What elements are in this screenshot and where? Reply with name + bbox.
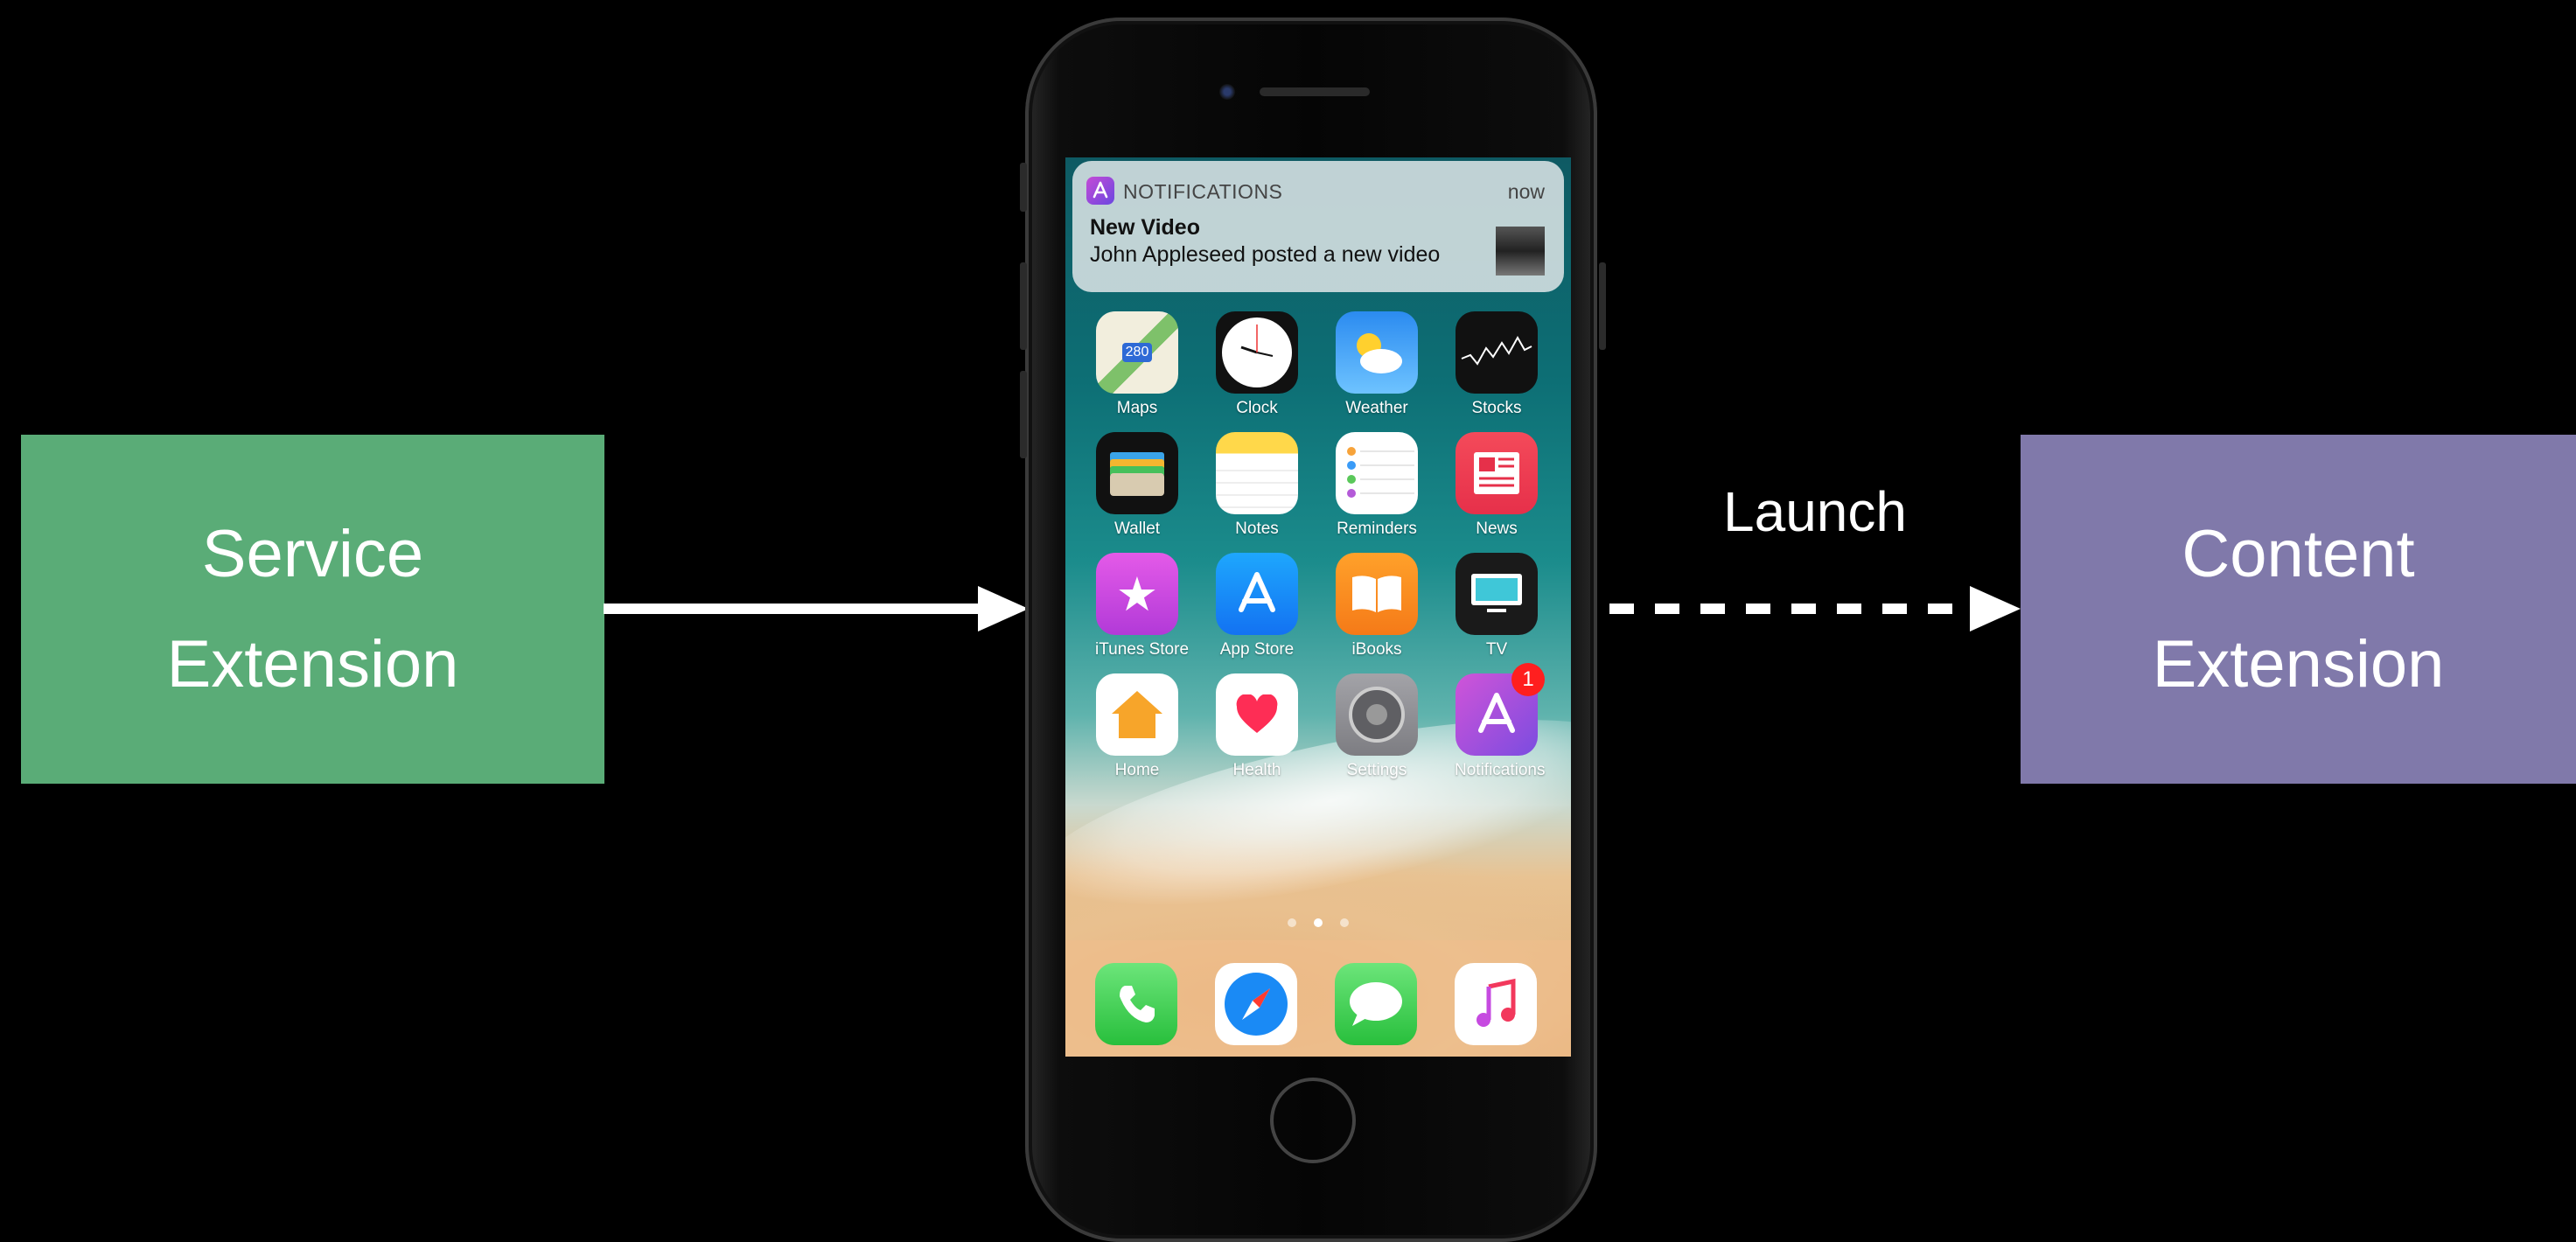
ibooks-icon bbox=[1336, 553, 1418, 635]
app-news[interactable]: News bbox=[1455, 432, 1539, 539]
app-reminders[interactable]: Reminders bbox=[1335, 432, 1419, 539]
app-label: Weather bbox=[1345, 399, 1408, 417]
weather-icon bbox=[1336, 311, 1418, 394]
dock bbox=[1065, 940, 1571, 1057]
app-clock[interactable]: Clock bbox=[1215, 311, 1299, 418]
app-label: Settings bbox=[1346, 761, 1407, 779]
volume-up-button bbox=[1020, 262, 1027, 350]
home-icon bbox=[1096, 673, 1178, 756]
notification-badge: 1 bbox=[1511, 663, 1545, 696]
notification-body: John Appleseed posted a new video bbox=[1090, 242, 1441, 267]
earpiece-speaker bbox=[1260, 87, 1370, 96]
app-label: Wallet bbox=[1113, 520, 1161, 538]
notification-app-name: NOTIFICATIONS bbox=[1123, 180, 1283, 203]
stocks-icon bbox=[1456, 311, 1538, 394]
app-label: iBooks bbox=[1351, 640, 1402, 659]
app-ibooks[interactable]: iBooks bbox=[1335, 553, 1419, 659]
volume-down-button bbox=[1020, 371, 1027, 458]
app-label: Maps bbox=[1116, 399, 1158, 417]
wallet-icon bbox=[1096, 432, 1178, 514]
app-weather[interactable]: Weather bbox=[1335, 311, 1419, 418]
app-store-icon bbox=[1216, 553, 1298, 635]
app-label: Notes bbox=[1235, 520, 1279, 538]
power-button bbox=[1599, 262, 1606, 350]
video-thumbnail bbox=[1496, 227, 1545, 276]
launch-label: Launch bbox=[1723, 480, 1907, 543]
app-label: Reminders bbox=[1337, 520, 1417, 538]
music-icon[interactable] bbox=[1455, 963, 1537, 1045]
notification-banner[interactable]: NOTIFICATIONS now New Video John Applese… bbox=[1072, 161, 1564, 292]
app-notes[interactable]: Notes bbox=[1215, 432, 1299, 539]
app-label: News bbox=[1476, 520, 1518, 538]
itunes-store-icon: ★ bbox=[1096, 553, 1178, 635]
home-button[interactable] bbox=[1270, 1078, 1356, 1163]
app-stocks[interactable]: Stocks bbox=[1455, 311, 1539, 418]
app-notifications[interactable]: 1 Notifications bbox=[1455, 663, 1546, 780]
page-dot bbox=[1288, 918, 1296, 927]
app-label: Home bbox=[1114, 761, 1160, 779]
app-itunes-store[interactable]: ★ iTunes Store bbox=[1095, 553, 1190, 659]
maps-highway-shield: 280 bbox=[1121, 343, 1153, 362]
content-extension-line2: Extension bbox=[2152, 626, 2445, 701]
content-extension-line1: Content bbox=[2182, 516, 2415, 591]
content-extension-box: Content Extension bbox=[2021, 435, 2576, 784]
health-icon bbox=[1216, 673, 1298, 756]
app-label: Clock bbox=[1236, 399, 1278, 417]
notifications-app-icon: 1 bbox=[1456, 663, 1545, 756]
page-dot bbox=[1340, 918, 1349, 927]
app-label: App Store bbox=[1219, 640, 1295, 659]
app-settings[interactable]: Settings bbox=[1335, 673, 1419, 780]
clock-icon bbox=[1216, 311, 1298, 394]
settings-icon bbox=[1336, 673, 1418, 756]
solid-arrow-line bbox=[604, 604, 988, 614]
app-wallet[interactable]: Wallet bbox=[1095, 432, 1179, 539]
front-camera bbox=[1219, 84, 1235, 100]
app-label: iTunes Store bbox=[1095, 640, 1190, 659]
service-extension-line2: Extension bbox=[166, 626, 459, 701]
notifications-app-icon bbox=[1086, 177, 1114, 205]
app-label: Stocks bbox=[1471, 399, 1522, 417]
phone-icon[interactable] bbox=[1095, 963, 1177, 1045]
app-maps[interactable]: 280 Maps bbox=[1095, 311, 1179, 418]
maps-icon: 280 bbox=[1096, 311, 1178, 394]
dashed-arrowhead bbox=[1970, 586, 2021, 631]
home-screen: NOTIFICATIONS now New Video John Applese… bbox=[1065, 157, 1571, 1057]
app-label: Health bbox=[1232, 761, 1281, 779]
app-health[interactable]: Health bbox=[1215, 673, 1299, 780]
app-label: TV bbox=[1485, 640, 1508, 659]
service-extension-box: Service Extension bbox=[21, 435, 604, 784]
service-extension-line1: Service bbox=[201, 516, 424, 591]
mute-switch bbox=[1020, 163, 1027, 212]
app-label: Notifications bbox=[1455, 761, 1546, 779]
reminders-icon bbox=[1336, 432, 1418, 514]
page-dot-active bbox=[1314, 918, 1323, 927]
tv-icon bbox=[1456, 553, 1538, 635]
solid-arrowhead bbox=[978, 586, 1029, 631]
notes-icon bbox=[1216, 432, 1298, 514]
app-app-store[interactable]: App Store bbox=[1215, 553, 1299, 659]
app-home[interactable]: Home bbox=[1095, 673, 1179, 780]
notification-title: New Video bbox=[1090, 215, 1200, 240]
news-icon bbox=[1456, 432, 1538, 514]
messages-icon[interactable] bbox=[1335, 963, 1417, 1045]
app-tv[interactable]: TV bbox=[1455, 553, 1539, 659]
notification-time: now bbox=[1507, 180, 1545, 203]
safari-icon[interactable] bbox=[1215, 963, 1297, 1045]
page-indicator[interactable] bbox=[1288, 918, 1349, 927]
